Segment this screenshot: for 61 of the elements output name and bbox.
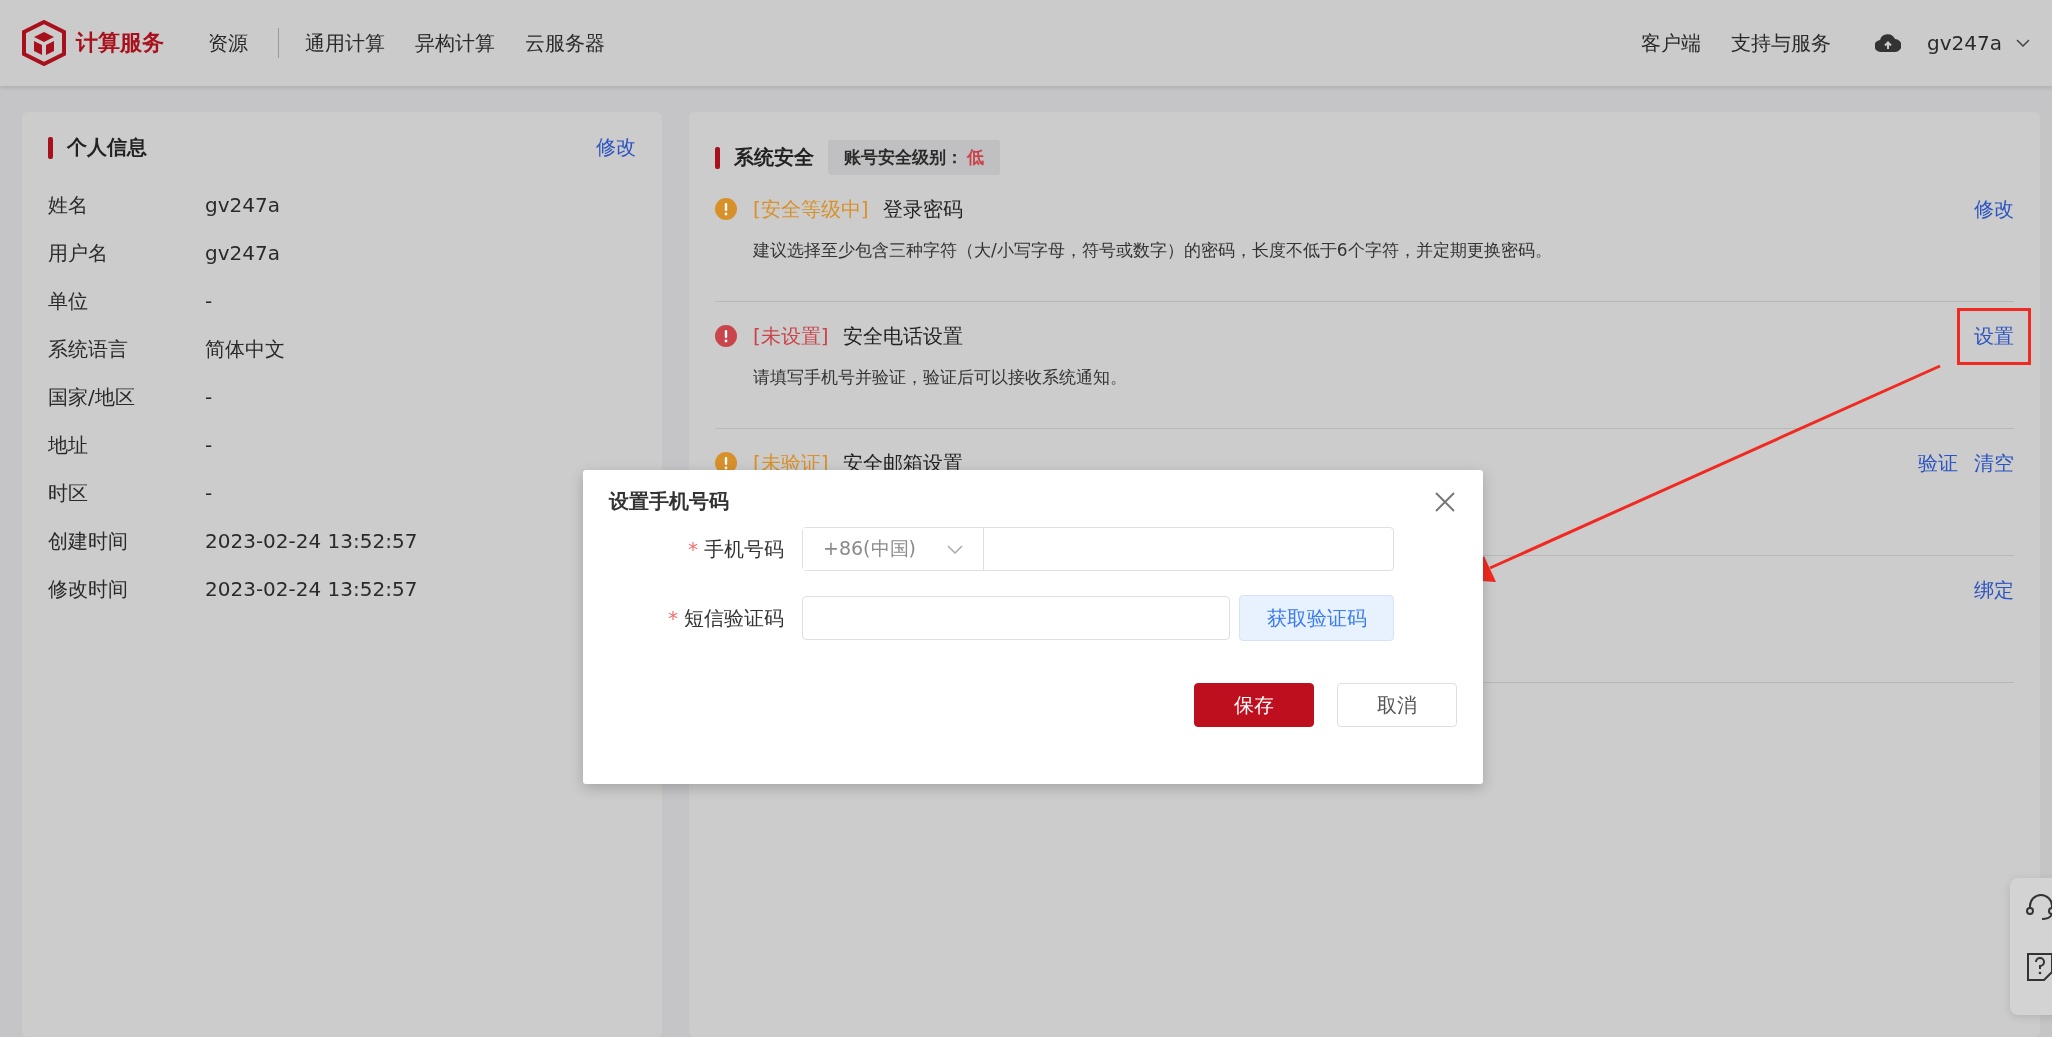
status-tag: [未设置] xyxy=(753,322,829,350)
field-label: 修改时间 xyxy=(48,575,129,603)
user-menu[interactable]: gv247a xyxy=(1927,31,2030,55)
form-label: * 短信验证码 xyxy=(667,604,785,632)
status-tag: [安全等级中] xyxy=(753,195,869,223)
security-level-value: 低 xyxy=(967,146,984,169)
field-value: - xyxy=(205,433,213,457)
nav-link[interactable]: 资源 xyxy=(208,29,248,57)
setting-description: 请填写手机号并验证，验证后可以接收系统通知。 xyxy=(753,366,1128,389)
action-link[interactable]: 清空 xyxy=(1974,449,2014,477)
setting-title: 安全电话设置 xyxy=(842,322,963,350)
field-value: gv247a xyxy=(205,193,280,217)
edit-link[interactable]: 修改 xyxy=(596,134,636,161)
brand-name: 计算服务 xyxy=(76,29,164,57)
dialog-title: 设置手机号码 xyxy=(609,488,729,515)
field-label: 时区 xyxy=(48,479,89,507)
nav-link[interactable]: 通用计算 xyxy=(305,29,385,57)
field-value: - xyxy=(205,481,213,505)
field-value: - xyxy=(205,289,213,313)
form-label: * 手机号码 xyxy=(687,535,785,563)
security-level-label: 账号安全级别： xyxy=(844,146,963,169)
panel-title: 个人信息 xyxy=(67,134,147,161)
phone-input-field[interactable]: +86(中国) xyxy=(802,527,1394,571)
close-icon xyxy=(1433,489,1457,514)
chevron-down-icon xyxy=(947,544,963,554)
field-label: 创建时间 xyxy=(48,527,129,555)
title-accent-bar xyxy=(715,146,720,169)
field-value: 2023-02-24 13:52:57 xyxy=(205,577,418,601)
nav-link[interactable]: 客户端 xyxy=(1641,29,1702,57)
field-label: 用户名 xyxy=(48,239,109,267)
field-value: 简体中文 xyxy=(205,335,285,363)
close-button[interactable] xyxy=(1433,489,1457,514)
field-label: 系统语言 xyxy=(48,335,129,363)
cloud-upload-icon[interactable] xyxy=(1875,33,1902,53)
cube-logo-icon xyxy=(22,20,66,66)
cancel-button[interactable]: 取消 xyxy=(1337,683,1457,727)
setting-title: 登录密码 xyxy=(882,195,963,223)
action-link[interactable]: 修改 xyxy=(1974,195,2014,223)
chevron-down-icon xyxy=(2016,39,2030,47)
panel-title: 系统安全 xyxy=(734,144,814,171)
field-label: 国家/地区 xyxy=(48,383,136,411)
field-label: 单位 xyxy=(48,287,89,315)
headset-icon[interactable] xyxy=(2026,892,2052,922)
get-code-button[interactable]: 获取验证码 xyxy=(1239,595,1394,641)
title-accent-bar xyxy=(48,136,53,159)
nav-link[interactable]: 异构计算 xyxy=(415,29,495,57)
field-value: - xyxy=(205,385,213,409)
action-link[interactable]: 设置 xyxy=(1957,307,2031,365)
help-document-icon[interactable] xyxy=(2026,952,2052,982)
save-button[interactable]: 保存 xyxy=(1194,683,1314,727)
setting-description: 建议选择至少包含三种字符（大/小写字母，符号或数字）的密码，长度不低于6个字符，并定期更换密码。 xyxy=(753,239,1553,262)
code-input-field[interactable] xyxy=(802,596,1230,640)
action-link[interactable]: 绑定 xyxy=(1974,576,2014,604)
field-value: 2023-02-24 13:52:57 xyxy=(205,529,418,553)
field-label: 地址 xyxy=(48,431,89,459)
nav-link[interactable]: 云服务器 xyxy=(525,29,605,57)
field-value: gv247a xyxy=(205,241,280,265)
field-label: 姓名 xyxy=(48,191,89,219)
country-code-select[interactable]: +86(中国) xyxy=(803,528,984,570)
action-link[interactable]: 验证 xyxy=(1918,449,1958,477)
nav-link[interactable]: 支持与服务 xyxy=(1731,29,1832,57)
